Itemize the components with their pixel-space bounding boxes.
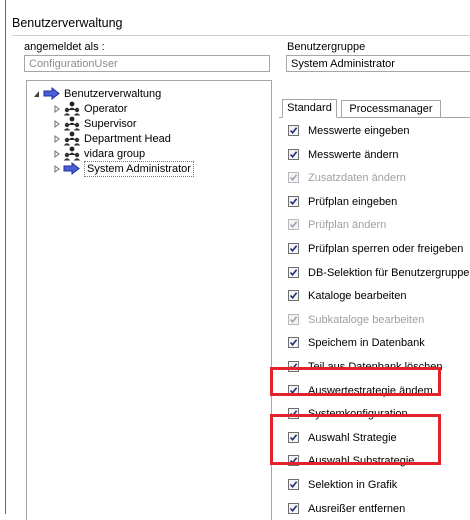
logged-in-user-field: ConfigurationUser [24, 55, 270, 72]
permission-label: Kataloge bearbeiten [308, 290, 407, 302]
checkmark-icon [289, 505, 298, 513]
user-group-icon [63, 116, 81, 131]
highlight-box [270, 367, 441, 396]
window-title: Benutzerverwaltung [12, 16, 123, 30]
permission-checkbox[interactable] [288, 479, 299, 490]
permission-label: Subkataloge bearbeiten [308, 314, 425, 326]
checkmark-icon [289, 198, 298, 206]
user-group-field[interactable]: System Administrator [286, 55, 470, 72]
permission-checkbox[interactable] [288, 243, 299, 254]
checkmark-icon [289, 245, 298, 253]
expand-icon[interactable] [53, 150, 61, 158]
checkmark-icon [289, 221, 298, 229]
permission-label: DB-Selektion für Benutzergruppen [308, 267, 470, 279]
tree-node-supervisor[interactable]: Supervisor [53, 116, 253, 131]
window-left-border [5, 0, 6, 514]
permission-label: Messwerte eingeben [308, 125, 410, 137]
tree-node-label: Benutzerverwaltung [64, 88, 162, 100]
checkmark-icon [289, 316, 298, 324]
checkmark-icon [289, 174, 298, 182]
tab-standard[interactable]: Standard [282, 99, 337, 118]
permission-checkbox[interactable] [288, 337, 299, 348]
expand-icon[interactable] [53, 165, 61, 173]
tree-node-label: Department Head [84, 133, 171, 145]
user-group-icon [63, 146, 81, 161]
permission-label: Messwerte ändern [308, 149, 399, 161]
permission-label: Prüfplan sperren oder freigeben [308, 243, 464, 255]
collapse-icon[interactable] [33, 90, 41, 98]
checkmark-icon [289, 151, 298, 159]
tree-node-operator[interactable]: Operator [53, 101, 253, 116]
tree-node-label: System Administrator [84, 161, 194, 177]
permission-label: Prüfplan eingeben [308, 196, 398, 208]
permission-label: Zusatzdaten ändern [308, 172, 406, 184]
tree-node-vidara-group[interactable]: vidara group [53, 146, 253, 161]
checkmark-icon [289, 269, 298, 277]
permission-checkbox[interactable] [288, 125, 299, 136]
permission-checkbox [288, 219, 299, 230]
user-management-icon [43, 86, 60, 101]
checkmark-icon [289, 481, 298, 489]
permission-checkbox [288, 172, 299, 183]
tree-node-label: Supervisor [84, 118, 137, 130]
tab-processmanager[interactable]: Processmanager [341, 100, 441, 118]
tree-node-department-head[interactable]: Department Head [53, 131, 253, 146]
tree-node-label: Operator [84, 103, 128, 115]
checkmark-icon [289, 292, 298, 300]
permission-label: Speichem in Datenbank [308, 337, 425, 349]
tree-node-label: vidara group [84, 148, 146, 160]
permission-checkbox[interactable] [288, 503, 299, 514]
highlight-box [270, 414, 441, 465]
title-divider [12, 35, 470, 36]
expand-icon[interactable] [53, 135, 61, 143]
permission-label: Ausreißer entfernen [308, 503, 406, 515]
permission-checkbox[interactable] [288, 196, 299, 207]
permission-checkbox[interactable] [288, 149, 299, 160]
permission-checkbox[interactable] [288, 290, 299, 301]
permission-label: Prüfplan ändern [308, 219, 387, 231]
permission-label: Selektion in Grafik [308, 479, 398, 491]
admin-arrow-icon [63, 161, 80, 176]
tree-node-root[interactable]: Benutzerverwaltung [33, 86, 253, 101]
user-group-label: Benutzergruppe [287, 41, 366, 53]
expand-icon[interactable] [53, 120, 61, 128]
permission-checkbox [288, 314, 299, 325]
user-group-icon [63, 101, 81, 116]
user-group-icon [63, 131, 81, 146]
checkmark-icon [289, 127, 298, 135]
user-tree-panel: Benutzerverwaltung Operator Supervisor D… [26, 80, 272, 520]
expand-icon[interactable] [53, 105, 61, 113]
tree-node-system-administrator[interactable]: System Administrator [53, 161, 253, 177]
permission-checkbox[interactable] [288, 267, 299, 278]
logged-in-label: angemeldet als : [24, 41, 105, 53]
checkmark-icon [289, 339, 298, 347]
